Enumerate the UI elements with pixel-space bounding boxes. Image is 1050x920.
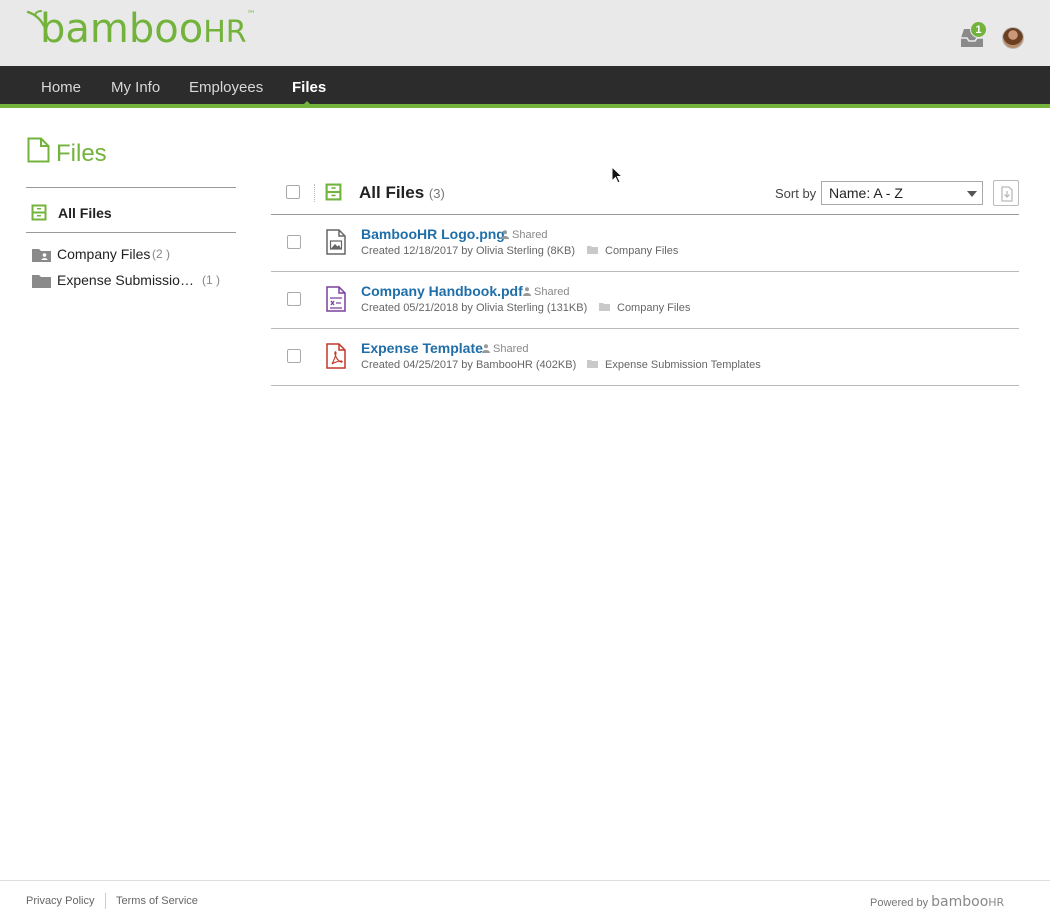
- sidebar-folder-count: (2 ): [152, 247, 170, 261]
- sort-label: Sort by: [775, 186, 817, 201]
- folder-icon: [587, 246, 598, 254]
- main-nav: Home My Info Employees Files: [0, 66, 1050, 108]
- file-folder-link[interactable]: Expense Submission Templates: [587, 359, 761, 371]
- document-file-icon: [326, 286, 346, 312]
- file-checkbox[interactable]: [287, 235, 301, 249]
- file-icon: [27, 137, 50, 163]
- notification-badge: 1: [970, 21, 987, 38]
- folder-icon: [587, 360, 598, 368]
- list-count: (3): [428, 186, 445, 201]
- download-button[interactable]: [993, 180, 1019, 206]
- file-row[interactable]: Expense Template Shared Created 04/25/20…: [271, 329, 1019, 386]
- shared-indicator: Shared: [523, 286, 569, 298]
- file-name-link[interactable]: BambooHR Logo.png: [361, 226, 505, 242]
- shared-indicator: Shared: [501, 229, 547, 241]
- folder-icon: [32, 275, 51, 288]
- sort-select[interactable]: Name: A - Z: [821, 181, 983, 205]
- page-title: Files: [56, 140, 107, 167]
- chevron-down-icon: [967, 191, 977, 197]
- person-icon: [501, 230, 509, 239]
- footer-divider: [105, 893, 106, 909]
- file-row[interactable]: BambooHR Logo.png Shared Created 12/18/2…: [271, 215, 1019, 272]
- sidebar-folder-company-files[interactable]: Company Files (2 ): [26, 246, 236, 270]
- person-icon: [523, 287, 531, 296]
- file-meta: Created 12/18/2017 by Olivia Sterling (8…: [361, 245, 576, 257]
- mouse-cursor-icon: [611, 166, 623, 184]
- sidebar-folder-label: Expense Submissio…: [57, 272, 194, 288]
- sidebar-folder-label: Company Files: [57, 246, 151, 262]
- header-divider: [314, 184, 315, 202]
- file-name-link[interactable]: Company Handbook.pdf: [361, 283, 523, 299]
- privacy-policy-link[interactable]: Privacy Policy: [26, 895, 94, 907]
- powered-by-logo[interactable]: bambooHR: [931, 894, 1004, 910]
- nav-my-info[interactable]: My Info: [111, 66, 160, 108]
- file-folder-link[interactable]: Company Files: [599, 302, 690, 314]
- sidebar-all-files-label: All Files: [58, 205, 112, 221]
- file-row[interactable]: Company Handbook.pdf Shared Created 05/2…: [271, 272, 1019, 329]
- image-file-icon: [326, 229, 346, 255]
- select-all-checkbox[interactable]: [286, 185, 300, 199]
- download-file-icon: [1001, 186, 1013, 202]
- page-footer: Privacy Policy Terms of Service Powered …: [0, 880, 1050, 920]
- sidebar-folder-count: (1 ): [202, 273, 220, 287]
- cabinet-icon: [31, 204, 47, 221]
- list-title: All Files (3): [359, 183, 445, 202]
- file-checkbox[interactable]: [287, 349, 301, 363]
- person-icon: [482, 344, 490, 353]
- sidebar-all-files[interactable]: All Files: [26, 188, 236, 233]
- logo-wordmark: bambooHR™: [40, 6, 256, 52]
- sidebar-folder-expense-submission[interactable]: Expense Submissio… (1 ): [26, 272, 236, 296]
- user-avatar[interactable]: [1002, 27, 1024, 49]
- top-header: bambooHR™ 1: [0, 0, 1050, 66]
- sort-selected-value: Name: A - Z: [829, 185, 903, 201]
- pdf-file-icon: [326, 343, 346, 369]
- file-meta: Created 04/25/2017 by BambooHR (402KB): [361, 359, 577, 371]
- file-meta: Created 05/21/2018 by Olivia Sterling (1…: [361, 302, 588, 314]
- terms-of-service-link[interactable]: Terms of Service: [116, 895, 198, 907]
- nav-employees[interactable]: Employees: [189, 66, 263, 108]
- shared-folder-icon: [32, 249, 51, 262]
- shared-indicator: Shared: [482, 343, 528, 355]
- file-folder-link[interactable]: Company Files: [587, 245, 678, 257]
- nav-home[interactable]: Home: [41, 66, 81, 108]
- folder-icon: [599, 303, 610, 311]
- active-tab-indicator: [300, 101, 314, 108]
- cabinet-icon: [325, 183, 342, 201]
- powered-by: Powered by bambooHR: [870, 894, 1005, 910]
- file-name-link[interactable]: Expense Template: [361, 340, 483, 356]
- file-checkbox[interactable]: [287, 292, 301, 306]
